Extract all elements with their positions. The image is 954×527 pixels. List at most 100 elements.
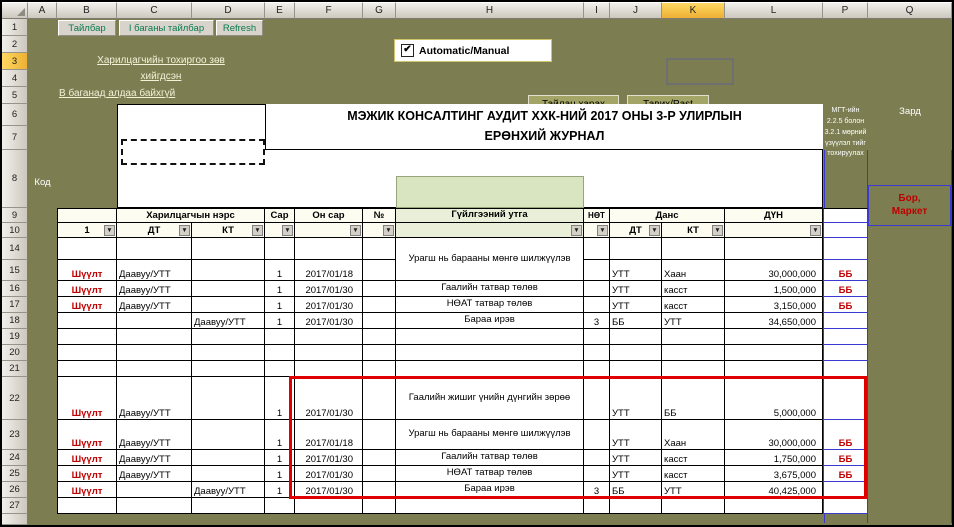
cell[interactable]: УТТ xyxy=(610,450,662,466)
cell[interactable]: НӨАТ татвар төлөв xyxy=(396,297,584,313)
cell[interactable]: 1 xyxy=(265,281,295,297)
cell[interactable]: Гаалийн жишиг үнийн дүнгийн зөрөө xyxy=(396,377,584,420)
select-all-corner[interactable] xyxy=(2,2,28,19)
cell[interactable]: 1 xyxy=(265,313,295,329)
row-header[interactable]: 18 xyxy=(2,313,28,329)
col-header[interactable]: I xyxy=(584,2,610,19)
cell[interactable]: 3 xyxy=(584,313,610,329)
cell[interactable] xyxy=(192,260,265,281)
cell[interactable] xyxy=(192,345,265,361)
cell[interactable] xyxy=(363,482,396,498)
cell[interactable] xyxy=(610,361,662,377)
cell[interactable] xyxy=(584,377,610,420)
cell[interactable] xyxy=(265,238,295,260)
filter-cell[interactable]: КТ xyxy=(192,223,265,238)
cell[interactable] xyxy=(725,361,823,377)
cell[interactable]: УТТ xyxy=(662,482,725,498)
col-header[interactable]: L xyxy=(725,2,823,19)
cell[interactable]: 2017/01/30 xyxy=(295,450,363,466)
row-header[interactable]: 19 xyxy=(2,329,28,345)
cell[interactable] xyxy=(396,498,584,514)
col-header[interactable]: Q xyxy=(868,2,952,19)
filter-cell[interactable] xyxy=(725,223,823,238)
row-header[interactable]: 20 xyxy=(2,345,28,361)
col-header[interactable]: E xyxy=(265,2,295,19)
cell[interactable]: 3,150,000 xyxy=(725,297,823,313)
header-cell[interactable] xyxy=(823,208,868,223)
row-header[interactable]: 8 xyxy=(2,150,28,208)
cell[interactable] xyxy=(192,450,265,466)
cell[interactable]: 2017/01/30 xyxy=(295,466,363,482)
cell[interactable]: ББ xyxy=(610,482,662,498)
filter-cell[interactable]: ДТ xyxy=(117,223,192,238)
cell[interactable] xyxy=(610,329,662,345)
cell[interactable] xyxy=(117,238,192,260)
cell[interactable] xyxy=(584,498,610,514)
cell[interactable] xyxy=(396,329,584,345)
cell[interactable] xyxy=(584,450,610,466)
filter-dropdown-icon[interactable] xyxy=(282,225,293,236)
header-cell[interactable]: Данс xyxy=(610,208,725,223)
cell[interactable]: 1,750,000 xyxy=(725,450,823,466)
cell[interactable] xyxy=(192,297,265,313)
cell[interactable] xyxy=(363,450,396,466)
cell[interactable] xyxy=(363,260,396,281)
cell[interactable]: 5,000,000 xyxy=(725,377,823,420)
filter-dropdown-icon[interactable] xyxy=(179,225,190,236)
cell[interactable]: 2017/01/30 xyxy=(295,482,363,498)
cell[interactable]: 1 xyxy=(265,377,295,420)
filter-cell[interactable] xyxy=(265,223,295,238)
cell[interactable] xyxy=(363,377,396,420)
cell[interactable]: Шүүлт xyxy=(57,260,117,281)
cell[interactable] xyxy=(192,466,265,482)
cell[interactable] xyxy=(823,482,868,498)
filter-dropdown-icon[interactable] xyxy=(350,225,361,236)
cell[interactable]: УТТ xyxy=(610,281,662,297)
cell[interactable] xyxy=(363,238,396,260)
cell[interactable]: Шүүлт xyxy=(57,450,117,466)
cell[interactable] xyxy=(823,345,868,361)
cell[interactable] xyxy=(265,361,295,377)
filter-cell[interactable] xyxy=(295,223,363,238)
col-header[interactable]: G xyxy=(363,2,396,19)
row-header[interactable]: 25 xyxy=(2,466,28,482)
cell[interactable]: Шүүлт xyxy=(57,482,117,498)
cell[interactable]: Даавуу/УТТ xyxy=(117,377,192,420)
cell[interactable] xyxy=(584,420,610,450)
cell[interactable] xyxy=(823,377,868,420)
cell[interactable]: Даавуу/УТТ xyxy=(117,281,192,297)
cell[interactable]: ББ xyxy=(823,281,868,297)
row-header[interactable]: 27 xyxy=(2,498,28,514)
cell[interactable] xyxy=(57,313,117,329)
col-header[interactable]: B xyxy=(57,2,117,19)
cell[interactable] xyxy=(117,498,192,514)
cell[interactable]: УТТ xyxy=(610,260,662,281)
col-header[interactable]: C xyxy=(117,2,192,19)
cell[interactable] xyxy=(192,361,265,377)
cell[interactable] xyxy=(363,361,396,377)
cell[interactable] xyxy=(662,329,725,345)
cell[interactable] xyxy=(584,238,610,260)
cell[interactable] xyxy=(662,345,725,361)
cell[interactable] xyxy=(265,345,295,361)
cell[interactable] xyxy=(57,238,117,260)
cell[interactable] xyxy=(295,498,363,514)
row-header[interactable]: 26 xyxy=(2,482,28,498)
row-header[interactable]: 15 xyxy=(2,260,28,281)
cell[interactable] xyxy=(584,260,610,281)
cell[interactable]: 30,000,000 xyxy=(725,420,823,450)
cell[interactable]: УТТ xyxy=(610,466,662,482)
cell[interactable]: ББ xyxy=(823,466,868,482)
cell[interactable]: 34,650,000 xyxy=(725,313,823,329)
cell[interactable]: Гаалийн татвар төлөв xyxy=(396,281,584,297)
header-cell[interactable]: Сар xyxy=(265,208,295,223)
cell[interactable] xyxy=(117,482,192,498)
cell[interactable] xyxy=(363,313,396,329)
cell[interactable]: ББ xyxy=(823,450,868,466)
cell[interactable]: Гаалийн татвар төлөв xyxy=(396,450,584,466)
cell[interactable]: ББ xyxy=(610,313,662,329)
cell[interactable]: ББ xyxy=(823,420,868,450)
filter-cell[interactable] xyxy=(823,223,868,238)
cell[interactable] xyxy=(363,345,396,361)
cell[interactable]: касст xyxy=(662,450,725,466)
